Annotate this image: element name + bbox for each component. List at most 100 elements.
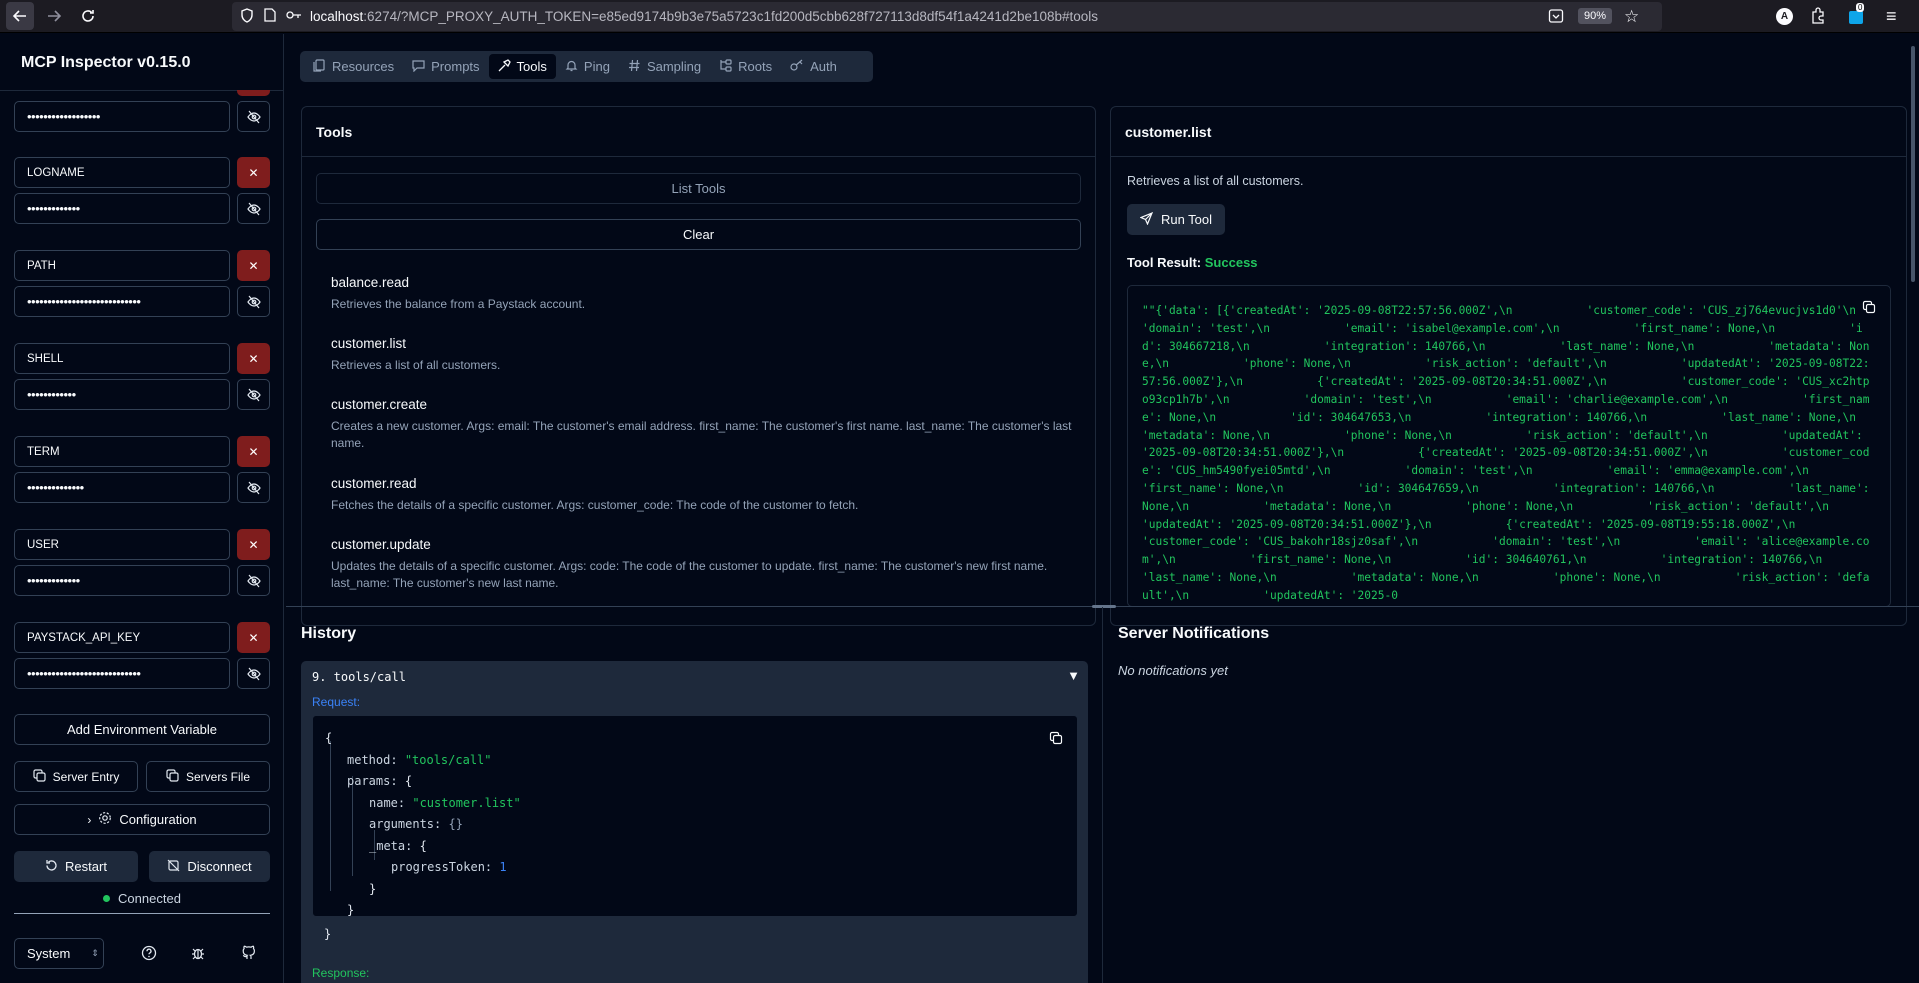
- bookmark-star-icon[interactable]: ☆: [1624, 7, 1639, 27]
- pocket-icon[interactable]: [1548, 8, 1564, 27]
- list-item[interactable]: customer.read Fetches the details of a s…: [331, 476, 1091, 514]
- env-key-field[interactable]: PATH: [14, 250, 230, 281]
- env-value-field[interactable]: ••••••••••••: [14, 379, 230, 410]
- list-item[interactable]: customer.list Retrieves a list of all cu…: [331, 336, 1091, 374]
- tab-label: Auth: [810, 59, 837, 74]
- env-value-field[interactable]: •••••••••••••: [14, 193, 230, 224]
- page-icon[interactable]: [264, 8, 276, 25]
- env-value-field[interactable]: ••••••••••••••••••: [14, 101, 230, 132]
- eye-off-icon[interactable]: [237, 472, 270, 503]
- close-icon: ✕: [248, 630, 259, 645]
- menu-icon[interactable]: ≡: [1886, 6, 1897, 27]
- folder-tree-icon: [719, 58, 732, 75]
- app-title: MCP Inspector v0.15.0: [21, 54, 191, 71]
- env-remove-button[interactable]: [237, 90, 270, 96]
- zoom-level[interactable]: 90%: [1578, 8, 1613, 24]
- json-key: arguments:: [369, 817, 442, 831]
- extension-badge-icon[interactable]: 0: [1848, 3, 1865, 28]
- env-key-field[interactable]: PAYSTACK_API_KEY: [14, 622, 230, 653]
- resize-handle[interactable]: [1092, 605, 1116, 608]
- permissions-icon[interactable]: [286, 9, 302, 24]
- env-value-field[interactable]: ••••••••••••••••••••••••••••: [14, 286, 230, 317]
- tab-resources[interactable]: Resources: [304, 54, 403, 79]
- eye-off-icon[interactable]: [237, 658, 270, 689]
- copy-icon[interactable]: [1049, 731, 1063, 748]
- history-entry: 9. tools/call ▼ Request: { method: "tool…: [301, 661, 1088, 983]
- configuration-label: Configuration: [119, 812, 197, 827]
- shield-icon[interactable]: [240, 7, 254, 26]
- eye-off-icon[interactable]: [237, 286, 270, 317]
- message-icon: [412, 59, 425, 75]
- env-key-field[interactable]: TERM: [14, 436, 230, 467]
- page-scrollbar[interactable]: [1911, 46, 1915, 282]
- tab-auth[interactable]: Auth: [781, 54, 846, 79]
- tab-ping[interactable]: Ping: [556, 54, 619, 79]
- history-entry-title[interactable]: 9. tools/call: [312, 670, 406, 684]
- tool-name: customer.create: [331, 397, 428, 412]
- env-key-field[interactable]: USER: [14, 529, 230, 560]
- help-icon[interactable]: [141, 945, 157, 964]
- server-entry-button[interactable]: Server Entry: [14, 761, 138, 792]
- bug-icon[interactable]: [190, 945, 206, 964]
- theme-select[interactable]: System ⇕: [14, 938, 104, 969]
- env-remove-button[interactable]: ✕: [237, 622, 270, 653]
- eye-off-icon[interactable]: [237, 193, 270, 224]
- json-brace: {: [404, 774, 413, 788]
- tabs-bar: Resources Prompts Tools Ping Sampling Ro…: [300, 51, 873, 82]
- env-remove-button[interactable]: ✕: [237, 343, 270, 374]
- eye-off-icon[interactable]: [237, 101, 270, 132]
- restart-icon: [45, 859, 58, 875]
- disconnect-button[interactable]: Disconnect: [149, 851, 270, 882]
- clear-button[interactable]: Clear: [316, 219, 1081, 250]
- tab-tools[interactable]: Tools: [488, 54, 556, 79]
- restart-button[interactable]: Restart: [14, 851, 138, 882]
- add-env-button[interactable]: Add Environment Variable: [14, 714, 270, 745]
- copy-icon: [166, 768, 179, 785]
- tool-result-text: ""{'data': [{'createdAt': '2025-09-08T22…: [1142, 304, 1870, 602]
- caret-down-icon[interactable]: ▼: [1067, 668, 1080, 683]
- json-key: name:: [369, 796, 406, 810]
- key-icon: [790, 59, 804, 75]
- send-icon: [1139, 211, 1154, 228]
- env-remove-button[interactable]: ✕: [237, 436, 270, 467]
- reload-icon[interactable]: [74, 2, 102, 30]
- github-icon[interactable]: [241, 945, 257, 964]
- url-bar[interactable]: localhost:6274/?MCP_PROXY_AUTH_TOKEN=e85…: [232, 2, 1662, 31]
- servers-file-button[interactable]: Servers File: [146, 761, 270, 792]
- status-dot-icon: [103, 895, 111, 902]
- forward-icon[interactable]: [40, 2, 68, 30]
- server-entry-label: Server Entry: [52, 769, 120, 784]
- servers-file-label: Servers File: [185, 769, 250, 784]
- back-icon[interactable]: [6, 2, 34, 30]
- env-remove-button[interactable]: ✕: [237, 250, 270, 281]
- response-label: Response:: [312, 966, 370, 980]
- copy-icon[interactable]: [1862, 300, 1876, 317]
- env-key-field[interactable]: LOGNAME: [14, 157, 230, 188]
- eye-off-icon[interactable]: [237, 565, 270, 596]
- env-value-field[interactable]: ••••••••••••••••••••••••••••: [14, 658, 230, 689]
- list-item[interactable]: customer.update Updates the details of a…: [331, 537, 1091, 592]
- env-key-field[interactable]: SHELL: [14, 343, 230, 374]
- list-tools-button[interactable]: List Tools: [316, 173, 1081, 204]
- env-value-field[interactable]: ••••••••••••••: [14, 472, 230, 503]
- extensions-icon[interactable]: [1810, 7, 1826, 27]
- tab-roots[interactable]: Roots: [710, 54, 781, 79]
- history-title: History: [301, 625, 357, 642]
- account-icon[interactable]: A: [1776, 8, 1793, 25]
- list-item[interactable]: customer.create Creates a new customer. …: [331, 397, 1091, 452]
- run-tool-label: Run Tool: [1160, 212, 1213, 227]
- list-item[interactable]: balance.read Retrieves the balance from …: [331, 275, 1091, 313]
- close-icon: ✕: [248, 537, 259, 552]
- tab-sampling[interactable]: Sampling: [619, 54, 710, 79]
- env-remove-button[interactable]: ✕: [237, 157, 270, 188]
- configuration-button[interactable]: › Configuration: [14, 804, 270, 835]
- tab-prompts[interactable]: Prompts: [403, 54, 488, 79]
- run-tool-button[interactable]: Run Tool: [1127, 204, 1225, 235]
- env-remove-button[interactable]: ✕: [237, 529, 270, 560]
- tool-detail-description: Retrieves a list of all customers.: [1127, 174, 1304, 188]
- status-label: Connected: [118, 891, 181, 906]
- env-value-field[interactable]: •••••••••••••: [14, 565, 230, 596]
- close-icon: ✕: [248, 444, 259, 459]
- eye-off-icon[interactable]: [237, 379, 270, 410]
- tool-name: customer.read: [331, 476, 417, 491]
